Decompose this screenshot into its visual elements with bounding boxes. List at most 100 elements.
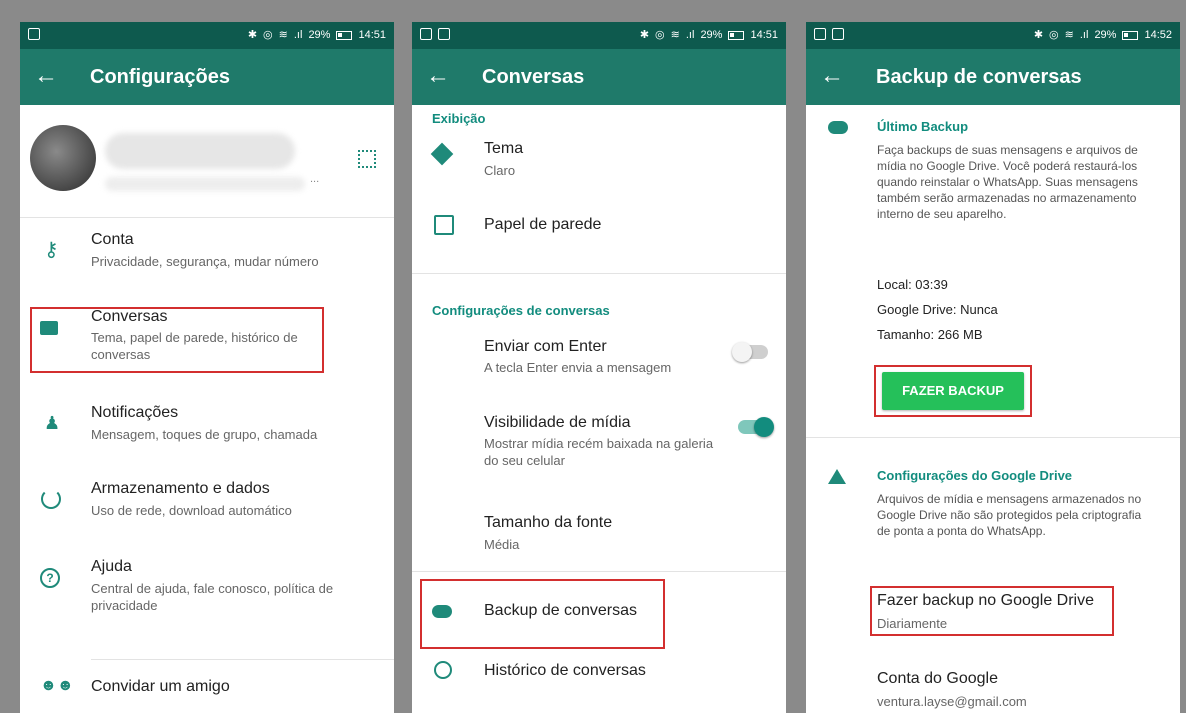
divider [20, 217, 394, 218]
people-icon: ☻☻ [40, 677, 74, 694]
section-header-gdrive: Configurações do Google Drive [877, 468, 1073, 483]
data-usage-icon [41, 489, 61, 509]
highlight-box [30, 307, 324, 373]
signal-icon: .ıl [1079, 29, 1089, 41]
status-bar: ✱ ◎ ≋ .ıl 29% 14:51 [412, 22, 786, 49]
gallery-icon [814, 28, 826, 40]
battery-percent: 29% [700, 29, 723, 41]
item-title: Conta [91, 231, 134, 248]
back-arrow-icon[interactable]: ← [426, 62, 450, 90]
setting-title: Enviar com Enter [484, 338, 607, 355]
setting-value: Média [484, 537, 520, 552]
battery-percent: 29% [1094, 29, 1117, 41]
divider [412, 571, 786, 572]
status-bar: ✱ ◎ ≋ .ıl 29% 14:51 [20, 22, 394, 49]
setting-subtitle: A tecla Enter envia a mensagem [484, 360, 672, 375]
gdrive-backup-time: Google Drive: Nunca [877, 302, 998, 317]
notification-icon [28, 28, 40, 40]
app-bar: ← Conversas [412, 49, 786, 105]
screen-settings: ✱ ◎ ≋ .ıl 29% 14:51 ← Configurações ... … [20, 22, 394, 713]
notification-icon [438, 28, 450, 40]
profile-name-blurred [105, 133, 295, 169]
local-backup-time: Local: 03:39 [877, 277, 948, 292]
item-title: Ajuda [91, 558, 132, 575]
settings-item-storage[interactable]: Armazenamento e dados Uso de rede, downl… [20, 475, 394, 539]
setting-value: Claro [484, 163, 516, 178]
history-icon [434, 661, 452, 679]
settings-item-invite[interactable]: ☻☻ Convidar um amigo [20, 677, 394, 713]
sync-icon: ◎ [1049, 29, 1059, 41]
setting-font-size[interactable]: Tamanho da fonte Média [412, 505, 786, 561]
key-icon: ⚷ [44, 239, 59, 261]
profile-status-blurred [105, 177, 305, 191]
sync-icon: ◎ [263, 29, 273, 41]
wifi-icon: ≋ [1064, 29, 1074, 41]
item-title: Convidar um amigo [91, 678, 230, 695]
help-icon: ? [40, 568, 60, 588]
vibrate-icon: ✱ [247, 29, 258, 41]
battery-icon [1122, 30, 1139, 40]
divider [806, 437, 1180, 438]
setting-title: Histórico de conversas [484, 662, 646, 679]
screen-chat-backup: ✱ ◎ ≋ .ıl 29% 14:52 ← Backup de conversa… [806, 22, 1180, 713]
setting-subtitle: Mostrar mídia recém baixada na galeria d… [484, 436, 714, 468]
clock: 14:51 [358, 29, 386, 41]
back-arrow-icon[interactable]: ← [820, 62, 844, 90]
profile-row[interactable]: ... [20, 105, 394, 215]
profile-more: ... [310, 173, 320, 185]
page-title: Backup de conversas [876, 66, 1082, 88]
backup-size: Tamanho: 266 MB [877, 327, 983, 342]
settings-item-account[interactable]: ⚷ Conta Privacidade, segurança, mudar nú… [20, 223, 394, 287]
signal-icon: .ıl [685, 29, 695, 41]
enter-send-toggle[interactable] [732, 342, 768, 362]
setting-wallpaper[interactable]: Papel de parede [412, 205, 786, 255]
back-arrow-icon[interactable]: ← [34, 62, 58, 90]
avatar [30, 125, 96, 191]
setting-chat-history[interactable]: Histórico de conversas [412, 657, 786, 697]
setting-media-visibility[interactable]: Visibilidade de mídia Mostrar mídia recé… [412, 409, 786, 485]
cloud-upload-icon [828, 121, 848, 134]
clock: 14:52 [1144, 29, 1172, 41]
signal-icon: .ıl [293, 29, 303, 41]
item-title: Armazenamento e dados [91, 480, 270, 497]
section-header-chats: Configurações de conversas [432, 303, 610, 318]
section-header-last-backup: Último Backup [877, 119, 969, 134]
wifi-icon: ≋ [670, 29, 680, 41]
section-header-display: Exibição [432, 111, 486, 126]
setting-title: Tema [484, 140, 524, 157]
setting-title: Conta do Google [877, 670, 998, 687]
setting-enter-send[interactable]: Enviar com Enter A tecla Enter envia a m… [412, 333, 786, 389]
theme-icon [430, 142, 454, 166]
media-visibility-toggle[interactable] [738, 417, 774, 437]
battery-icon [728, 30, 745, 40]
app-bar: ← Backup de conversas [806, 49, 1180, 105]
notification-icon [832, 28, 844, 40]
sync-icon: ◎ [655, 29, 665, 41]
item-subtitle: Central de ajuda, fale conosco, política… [91, 581, 334, 613]
app-bar: ← Configurações [20, 49, 394, 105]
gallery-icon [420, 28, 432, 40]
divider [91, 659, 394, 660]
item-subtitle: Uso de rede, download automático [91, 503, 292, 518]
setting-title: Visibilidade de mídia [484, 414, 631, 431]
settings-item-notifications[interactable]: ♟ Notificações Mensagem, toques de grupo… [20, 399, 394, 463]
divider [412, 273, 786, 274]
settings-item-help[interactable]: ? Ajuda Central de ajuda, fale conosco, … [20, 551, 394, 627]
clock: 14:51 [750, 29, 778, 41]
page-title: Configurações [90, 66, 231, 88]
setting-title: Tamanho da fonte [484, 514, 613, 531]
qr-code-icon[interactable] [358, 150, 376, 168]
setting-value: ventura.layse@gmail.com [877, 694, 1027, 709]
bell-icon: ♟ [44, 413, 61, 433]
highlight-box [420, 579, 665, 649]
setting-theme[interactable]: Tema Claro [412, 129, 786, 189]
item-subtitle: Mensagem, toques de grupo, chamada [91, 427, 318, 442]
vibrate-icon: ✱ [1033, 29, 1044, 41]
setting-title: Papel de parede [484, 216, 602, 233]
vibrate-icon: ✱ [639, 29, 650, 41]
item-subtitle: Privacidade, segurança, mudar número [91, 254, 319, 269]
screen-chats-settings: ✱ ◎ ≋ .ıl 29% 14:51 ← Conversas Exibição… [412, 22, 786, 713]
last-backup-description: Faça backups de suas mensagens e arquivo… [877, 143, 1138, 221]
battery-percent: 29% [308, 29, 331, 41]
setting-google-account[interactable]: Conta do Google ventura.layse@gmail.com [806, 665, 1180, 713]
